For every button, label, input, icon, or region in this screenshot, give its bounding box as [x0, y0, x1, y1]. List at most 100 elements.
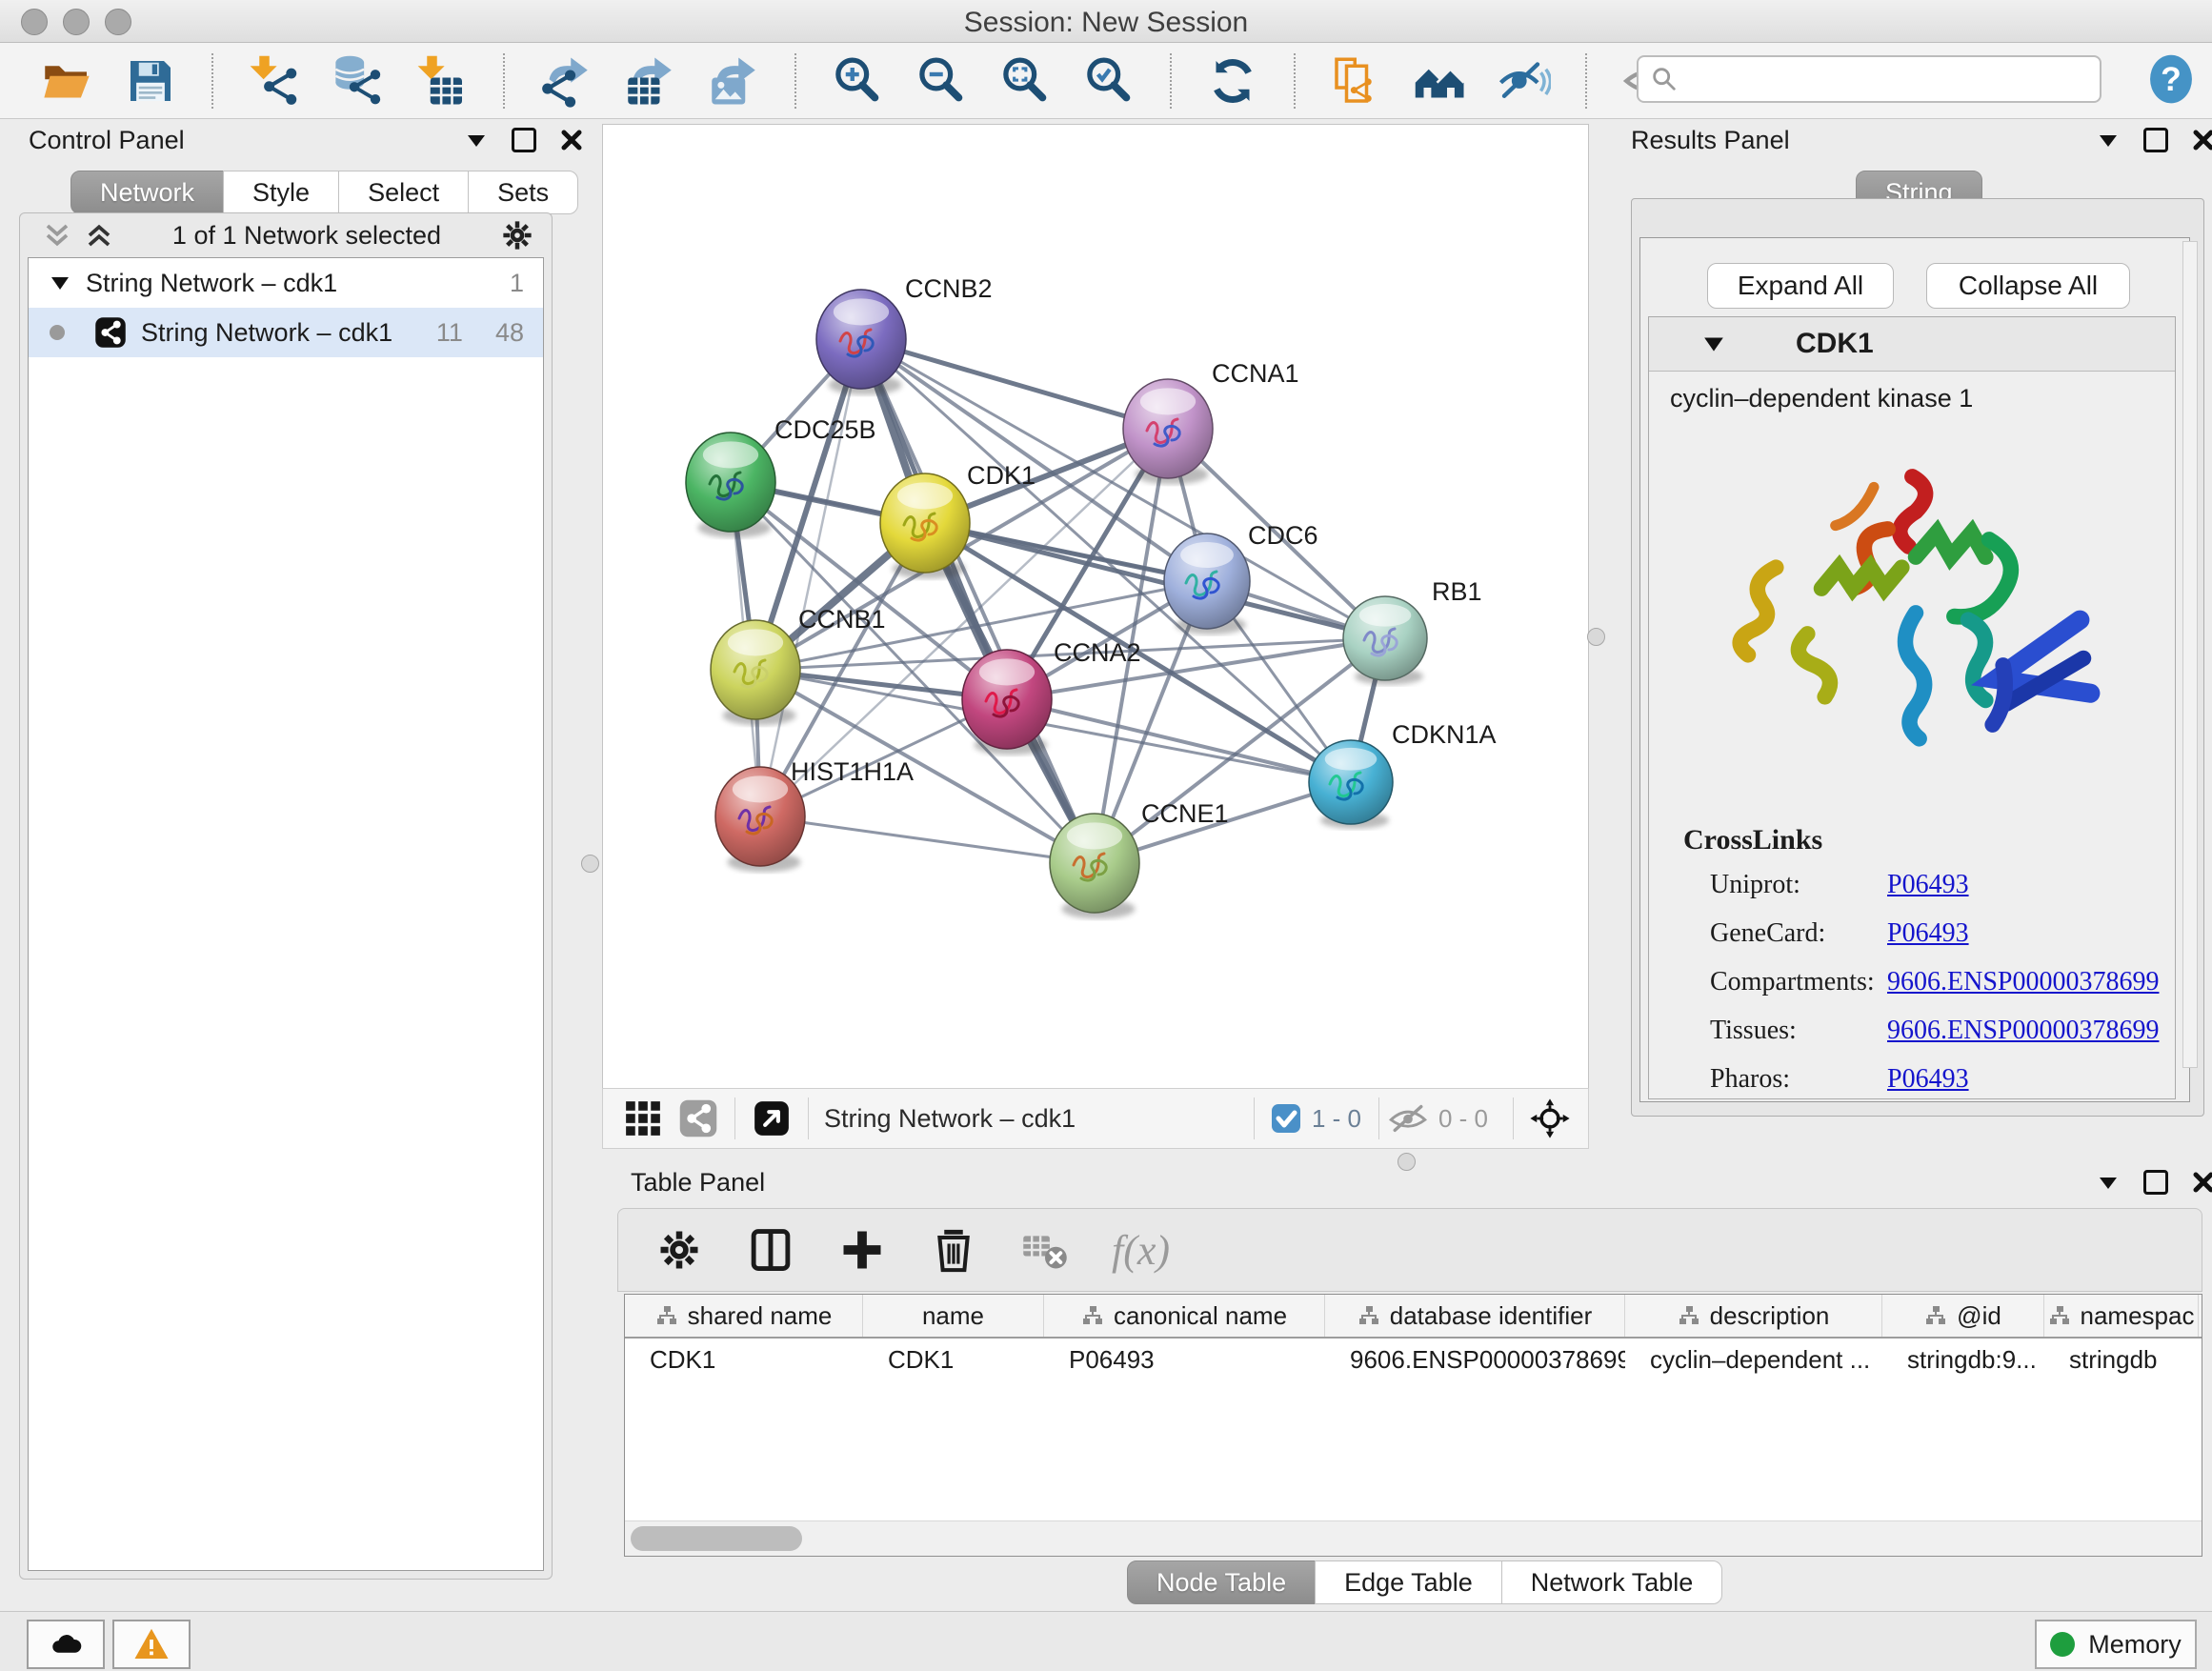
crosslink-row: Compartments: 9606.ENSP00000378699: [1649, 967, 2175, 1016]
home-icon[interactable]: [1414, 54, 1467, 108]
show-columns-icon[interactable]: [746, 1225, 795, 1275]
node-label: CDK1: [967, 461, 1036, 490]
collapse-all-icon[interactable]: [43, 221, 71, 250]
refresh-icon[interactable]: [1206, 54, 1259, 108]
delete-column-icon[interactable]: [929, 1225, 978, 1275]
network-node-CCNE1[interactable]: CCNE1: [1050, 799, 1229, 918]
close-panel-icon[interactable]: [2191, 1170, 2212, 1195]
column-header-database-identifier[interactable]: database identifier: [1325, 1295, 1625, 1337]
current-network-dot: [50, 325, 65, 340]
tab-network-table[interactable]: Network Table: [1501, 1560, 1723, 1604]
network-node-CCNA1[interactable]: CCNA1: [1123, 359, 1299, 484]
expand-all-icon[interactable]: [85, 221, 113, 250]
zoom-out-icon[interactable]: [915, 54, 968, 108]
maximize-panel-icon[interactable]: [512, 128, 536, 152]
column-header-canonical-name[interactable]: canonical name: [1044, 1295, 1325, 1337]
column-header-name[interactable]: name: [863, 1295, 1044, 1337]
column-header-description[interactable]: description: [1625, 1295, 1882, 1337]
network-node-count: 11: [436, 318, 463, 348]
export-table-icon[interactable]: [623, 54, 676, 108]
node-label: CCNB1: [798, 605, 886, 634]
network-row[interactable]: String Network – cdk1 11 48: [29, 308, 543, 357]
float-panel-icon[interactable]: [2096, 1170, 2121, 1195]
grid-view-icon[interactable]: [622, 1097, 664, 1139]
hidden-eye-icon[interactable]: [1387, 1097, 1429, 1139]
search-box[interactable]: [1637, 55, 2101, 103]
function-builder-icon[interactable]: f(x): [1112, 1226, 1170, 1275]
results-panel-body: Expand All Collapse All CDK1 cyclin–depe…: [1631, 198, 2204, 1117]
node-label: CCNA1: [1212, 359, 1299, 388]
options-gear-icon[interactable]: [500, 218, 534, 252]
collection-expander-icon[interactable]: [50, 272, 70, 293]
maximize-panel-icon[interactable]: [2143, 128, 2168, 152]
crosslink-link[interactable]: 9606.ENSP00000378699: [1887, 967, 2159, 997]
column-header-shared-name[interactable]: shared name: [625, 1295, 863, 1337]
network-node-RB1[interactable]: RB1: [1343, 577, 1482, 685]
detach-view-icon[interactable]: [751, 1097, 793, 1139]
table-hscrollbar[interactable]: [625, 1520, 2202, 1556]
expand-all-button[interactable]: Expand All: [1707, 263, 1894, 309]
search-input[interactable]: [1688, 64, 2088, 95]
network-collection-row[interactable]: String Network – cdk1 1: [29, 258, 543, 308]
tab-sets[interactable]: Sets: [468, 171, 578, 214]
crosslink-label: Uniprot:: [1710, 870, 1800, 900]
add-column-icon[interactable]: [837, 1225, 887, 1275]
tab-select[interactable]: Select: [338, 171, 469, 214]
zoom-selected-icon[interactable]: [1082, 54, 1136, 108]
tab-node-table[interactable]: Node Table: [1127, 1560, 1316, 1604]
table-tabs: Node TableEdge TableNetwork Table: [1127, 1560, 1722, 1604]
copy-documents-icon[interactable]: [1330, 54, 1383, 108]
network-node-CDKN1A[interactable]: CDKN1A: [1309, 720, 1497, 829]
network-node-HIST1H1A[interactable]: HIST1H1A: [715, 757, 914, 872]
table-toolbar: f(x): [617, 1208, 2202, 1292]
export-network-icon[interactable]: [539, 54, 593, 108]
selected-checkbox-icon[interactable]: [1270, 1102, 1302, 1135]
float-panel-icon[interactable]: [464, 128, 489, 152]
maximize-panel-icon[interactable]: [2143, 1170, 2168, 1195]
close-panel-icon[interactable]: [559, 128, 584, 152]
tab-edge-table[interactable]: Edge Table: [1315, 1560, 1502, 1604]
delete-table-icon[interactable]: [1020, 1225, 1070, 1275]
column-header-namespac[interactable]: namespac: [2044, 1295, 2199, 1337]
birdseye-crosshair-icon[interactable]: [1529, 1097, 1571, 1139]
left-splitter-handle[interactable]: [581, 855, 599, 873]
import-database-icon[interactable]: [332, 54, 385, 108]
zoom-fit-icon[interactable]: [998, 54, 1052, 108]
column-header-@id[interactable]: @id: [1882, 1295, 2044, 1337]
memory-label: Memory: [2088, 1630, 2182, 1660]
right-splitter-handle[interactable]: [1587, 628, 1605, 646]
import-network-icon[interactable]: [248, 54, 301, 108]
crosslink-link[interactable]: P06493: [1887, 918, 1969, 949]
results-scrollbar[interactable]: [2182, 241, 2198, 1068]
toolbar-separator: [794, 53, 796, 109]
collapse-all-button[interactable]: Collapse All: [1926, 263, 2130, 309]
table-hscrollbar-thumb[interactable]: [631, 1526, 802, 1551]
table-cell: stringdb:9...: [1882, 1339, 2044, 1380]
crosslink-link[interactable]: 9606.ENSP00000378699: [1887, 1016, 2159, 1046]
export-image-icon[interactable]: [707, 54, 760, 108]
close-panel-icon[interactable]: [2191, 128, 2212, 152]
float-panel-icon[interactable]: [2096, 128, 2121, 152]
horizontal-splitter-handle[interactable]: [1398, 1153, 1416, 1171]
network-canvas[interactable]: CCNB2 CCNA1 CDC25B CDK1: [602, 124, 1589, 1089]
eye-wave-icon[interactable]: [1498, 54, 1551, 108]
zoom-in-icon[interactable]: [831, 54, 884, 108]
hidden-counter: 0 - 0: [1438, 1104, 1488, 1134]
import-table-icon[interactable]: [415, 54, 469, 108]
save-icon[interactable]: [124, 54, 177, 108]
table-options-gear-icon[interactable]: [654, 1225, 704, 1275]
node-label: HIST1H1A: [791, 757, 914, 786]
help-button[interactable]: ?: [2145, 53, 2197, 105]
tab-style[interactable]: Style: [223, 171, 339, 214]
memory-button[interactable]: Memory: [2035, 1620, 2197, 1669]
open-folder-icon[interactable]: [40, 54, 93, 108]
crosslink-link[interactable]: P06493: [1887, 870, 1969, 900]
table-row[interactable]: CDK1CDK1P064939606.ENSP00000378699cyclin…: [625, 1339, 2202, 1380]
card-expander-icon[interactable]: [1702, 332, 1725, 355]
crosslink-row: Pharos: P06493: [1649, 1064, 2175, 1113]
cloud-button[interactable]: [27, 1620, 105, 1669]
network-view-icon[interactable]: [677, 1097, 719, 1139]
tab-network[interactable]: Network: [70, 171, 224, 214]
warning-button[interactable]: [112, 1620, 191, 1669]
crosslink-link[interactable]: P06493: [1887, 1064, 1969, 1095]
